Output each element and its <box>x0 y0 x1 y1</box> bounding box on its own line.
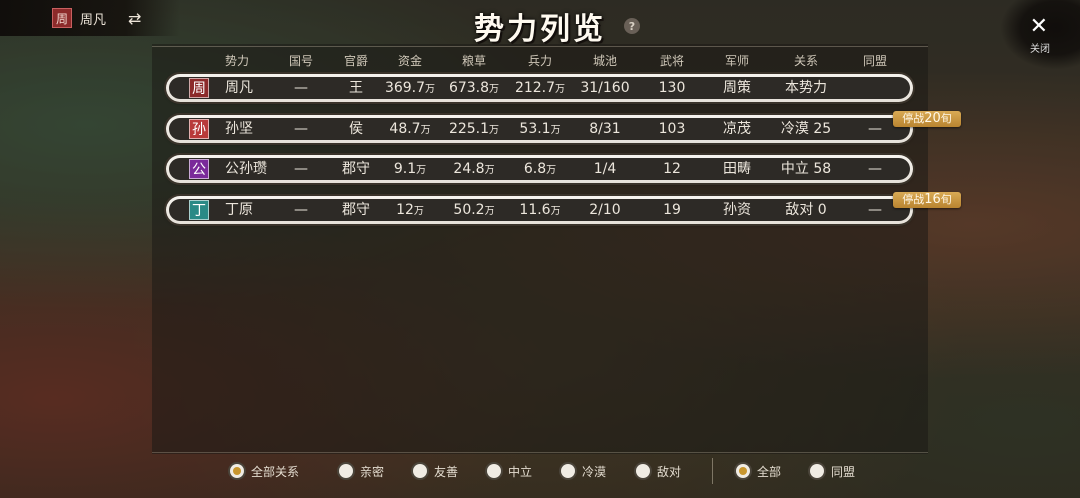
relation-cell: 中立 58 <box>780 161 832 177</box>
alliance-cell: — <box>868 202 882 218</box>
filter-bar: 全部关系 亲密 友善 中立 冷漠 敌对 全部 同盟 <box>0 460 1080 482</box>
col-grain: 粮草 <box>461 54 487 68</box>
rank-cell: 郡守 <box>342 202 370 218</box>
generals-cell: 19 <box>663 202 681 218</box>
state-cell: — <box>294 80 308 96</box>
troops-cell: 6.8万 <box>523 161 557 177</box>
faction-seal: 周 <box>189 78 209 98</box>
rank-cell: 郡守 <box>342 161 370 177</box>
faction-seal: 孙 <box>189 119 209 139</box>
filter-separator <box>712 458 713 484</box>
filter-intimate[interactable]: 亲密 <box>339 460 384 482</box>
state-cell: — <box>294 202 308 218</box>
rank-cell: 侯 <box>349 121 363 137</box>
filter-neutral[interactable]: 中立 <box>487 460 532 482</box>
generals-cell: 12 <box>663 161 681 177</box>
filter-all-alliance[interactable]: 全部 <box>736 460 781 482</box>
cities-cell: 31/160 <box>580 80 630 96</box>
help-icon[interactable]: ? <box>624 18 640 34</box>
funds-cell: 12万 <box>396 202 424 218</box>
funds-cell: 369.7万 <box>384 80 436 96</box>
faction-seal: 丁 <box>189 200 209 220</box>
faction-seal: 公 <box>189 159 209 179</box>
alliance-cell: — <box>868 161 882 177</box>
grain-cell: 24.8万 <box>453 161 495 177</box>
col-funds: 资金 <box>397 54 423 68</box>
rank-cell: 王 <box>349 80 363 96</box>
advisor-cell: 田畴 <box>723 161 751 177</box>
generals-cell: 103 <box>658 121 686 137</box>
filter-all-relations[interactable]: 全部关系 <box>230 460 299 482</box>
state-cell: — <box>294 161 308 177</box>
ceasefire-badge: 停战16旬 <box>893 192 961 208</box>
state-cell: — <box>294 121 308 137</box>
col-troops: 兵力 <box>527 54 553 68</box>
funds-cell: 9.1万 <box>393 161 427 177</box>
grain-cell: 225.1万 <box>448 121 500 137</box>
col-faction: 势力 <box>224 54 250 68</box>
faction-name: 公孙瓒 <box>225 161 267 177</box>
cities-cell: 1/4 <box>593 161 617 177</box>
faction-name: 丁原 <box>225 202 253 218</box>
generals-cell: 130 <box>658 80 686 96</box>
grain-cell: 50.2万 <box>453 202 495 218</box>
troops-cell: 11.6万 <box>519 202 561 218</box>
table-header: 势力 国号 官爵 资金 粮草 兵力 城池 武将 军师 关系 同盟 <box>0 52 1080 68</box>
ceasefire-badge: 停战20旬 <box>893 111 961 127</box>
faction-name: 孙坚 <box>225 121 253 137</box>
table-row[interactable]: 公 公孙瓒 — 郡守 9.1万 24.8万 6.8万 1/4 12 田畴 中立 … <box>166 155 913 183</box>
filter-hostile[interactable]: 敌对 <box>636 460 681 482</box>
col-advisor: 军师 <box>724 54 750 68</box>
table-row[interactable]: 周 周凡 — 王 369.7万 673.8万 212.7万 31/160 130… <box>166 74 913 102</box>
filter-friendly[interactable]: 友善 <box>413 460 458 482</box>
relation-cell: 敌对 0 <box>785 202 827 218</box>
col-relation: 关系 <box>793 54 819 68</box>
faction-panel <box>152 44 928 454</box>
troops-cell: 212.7万 <box>514 80 566 96</box>
cities-cell: 8/31 <box>589 121 621 137</box>
filter-indifferent[interactable]: 冷漠 <box>561 460 606 482</box>
filter-allied[interactable]: 同盟 <box>810 460 855 482</box>
relation-cell: 冷漠 25 <box>780 121 832 137</box>
cities-cell: 2/10 <box>589 202 621 218</box>
relation-cell: 本势力 <box>785 80 827 96</box>
advisor-cell: 周策 <box>723 80 751 96</box>
col-state: 国号 <box>288 54 314 68</box>
col-generals: 武将 <box>659 54 685 68</box>
col-cities: 城池 <box>592 54 618 68</box>
footer-divider <box>152 452 928 453</box>
advisor-cell: 凉茂 <box>723 121 751 137</box>
col-alliance: 同盟 <box>862 54 888 68</box>
grain-cell: 673.8万 <box>448 80 500 96</box>
alliance-cell: — <box>868 121 882 137</box>
page-title: 势力列览 <box>474 12 606 47</box>
col-rank: 官爵 <box>343 54 369 68</box>
close-icon: ✕ <box>1029 14 1048 39</box>
funds-cell: 48.7万 <box>389 121 431 137</box>
table-row[interactable]: 孙 孙坚 — 侯 48.7万 225.1万 53.1万 8/31 103 凉茂 … <box>166 115 913 143</box>
faction-name: 周凡 <box>225 80 253 96</box>
troops-cell: 53.1万 <box>519 121 561 137</box>
table-row[interactable]: 丁 丁原 — 郡守 12万 50.2万 11.6万 2/10 19 孙资 敌对 … <box>166 196 913 224</box>
advisor-cell: 孙资 <box>723 202 751 218</box>
panel-divider <box>152 46 928 47</box>
